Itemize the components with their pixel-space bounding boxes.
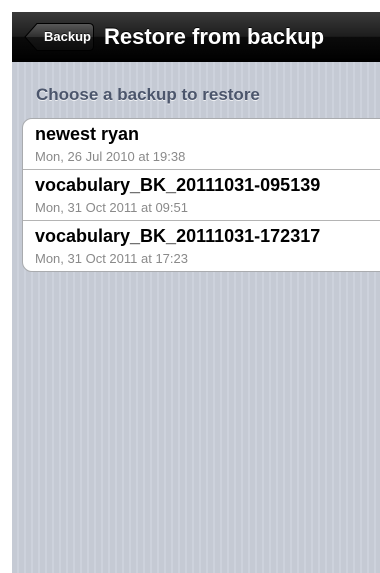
- screen: Backup Restore from backup Choose a back…: [12, 12, 380, 573]
- backup-name: vocabulary_BK_20111031-095139: [35, 175, 321, 195]
- backup-row[interactable]: vocabulary_BK_20111031-095139 Mon, 31 Oc…: [23, 170, 380, 221]
- backup-name: newest ryan: [35, 124, 140, 144]
- backup-date: Mon, 31 Oct 2011 at 09:51: [35, 200, 188, 215]
- backup-date: Mon, 31 Oct 2011 at 17:23: [35, 251, 188, 266]
- navigation-bar: Backup Restore from backup: [12, 12, 380, 62]
- backup-list: newest ryan Mon, 26 Jul 2010 at 19:38 vo…: [22, 118, 380, 272]
- backup-row[interactable]: vocabulary_BK_20111031-172317 Mon, 31 Oc…: [23, 221, 380, 271]
- back-button[interactable]: Backup: [24, 22, 95, 52]
- back-button-label: Backup: [44, 29, 91, 44]
- backup-row[interactable]: newest ryan Mon, 26 Jul 2010 at 19:38: [23, 119, 380, 170]
- page-title: Restore from backup: [104, 24, 325, 49]
- section-header: Choose a backup to restore: [36, 85, 260, 104]
- backup-name: vocabulary_BK_20111031-172317: [35, 226, 321, 246]
- backup-date: Mon, 26 Jul 2010 at 19:38: [35, 149, 186, 164]
